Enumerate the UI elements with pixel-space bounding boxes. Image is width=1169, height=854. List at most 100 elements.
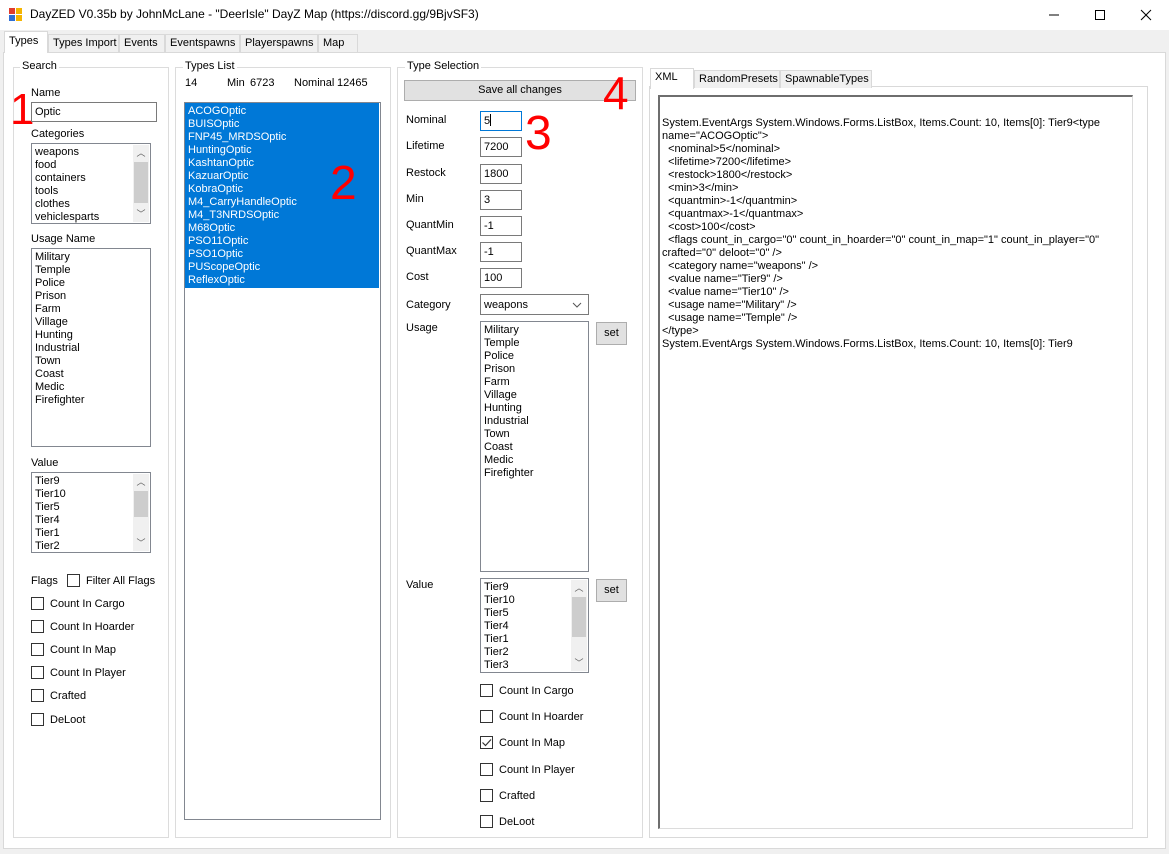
scroll-down-icon[interactable]: ﹀: [133, 206, 149, 222]
quantmax-input[interactable]: -1: [480, 242, 522, 262]
usage-list-item[interactable]: Prison: [32, 290, 150, 303]
crafted-checkbox[interactable]: [480, 789, 493, 802]
xml-textarea[interactable]: System.EventArgs System.Windows.Forms.Li…: [658, 95, 1133, 829]
usage-set-button[interactable]: set: [596, 322, 627, 345]
restock-input[interactable]: 1800: [480, 164, 522, 184]
cost-input[interactable]: 100: [480, 268, 522, 288]
tab-types[interactable]: Types: [4, 31, 48, 53]
quantmin-input[interactable]: -1: [480, 216, 522, 236]
close-button[interactable]: [1123, 0, 1169, 30]
scroll-thumb[interactable]: [134, 162, 148, 203]
scroll-thumb[interactable]: [134, 491, 148, 517]
count-in-player-label[interactable]: Count In Player: [499, 764, 575, 776]
type-list-item[interactable]: M4_T3NRDSOptic: [185, 209, 379, 222]
usage-list-item[interactable]: Firefighter: [481, 467, 588, 480]
tab-xml[interactable]: XML: [650, 68, 694, 89]
usage-list-item[interactable]: Coast: [481, 441, 588, 454]
scroll-up-icon[interactable]: ︿: [571, 580, 587, 596]
count-in-player-checkbox[interactable]: [480, 763, 493, 776]
minimize-button[interactable]: [1031, 0, 1077, 30]
save-all-changes-button[interactable]: Save all changes: [404, 80, 636, 101]
nominal-input[interactable]: 5: [480, 111, 522, 131]
usage-list-item[interactable]: Prison: [481, 363, 588, 376]
tab-types-import[interactable]: Types Import: [48, 34, 119, 52]
count-in-map-label[interactable]: Count In Map: [499, 737, 565, 749]
tab-events[interactable]: Events: [119, 34, 165, 52]
search-count-in-player-checkbox[interactable]: [31, 666, 44, 679]
usage-list-item[interactable]: Village: [481, 389, 588, 402]
usage-list-item[interactable]: Police: [481, 350, 588, 363]
type-list-item[interactable]: ACOGOptic: [185, 105, 379, 118]
scroll-down-icon[interactable]: ﹀: [571, 655, 587, 671]
usage-list-item[interactable]: Coast: [32, 368, 150, 381]
search-crafted-label[interactable]: Crafted: [50, 690, 86, 702]
usage-list-item[interactable]: Medic: [32, 381, 150, 394]
search-count-in-map-label[interactable]: Count In Map: [50, 644, 116, 656]
value-scrollbar[interactable]: ︿ ﹀: [571, 580, 587, 671]
usage-list-item[interactable]: Military: [481, 324, 588, 337]
search-count-in-hoarder-checkbox[interactable]: [31, 620, 44, 633]
usage-list-item[interactable]: Medic: [481, 454, 588, 467]
count-in-hoarder-checkbox[interactable]: [480, 710, 493, 723]
filter-all-flags-label[interactable]: Filter All Flags: [86, 575, 155, 587]
usage-list-item[interactable]: Police: [32, 277, 150, 290]
usage-list-item[interactable]: Hunting: [481, 402, 588, 415]
count-in-cargo-checkbox[interactable]: [480, 684, 493, 697]
tab-eventspawns[interactable]: Eventspawns: [165, 34, 240, 52]
type-list-item[interactable]: M68Optic: [185, 222, 379, 235]
usage-listbox[interactable]: Military Temple Police Prison Farm Village Hun…: [480, 321, 589, 572]
search-deloot-checkbox[interactable]: [31, 713, 44, 726]
tab-map[interactable]: Map: [318, 34, 358, 52]
count-in-hoarder-label[interactable]: Count In Hoarder: [499, 711, 583, 723]
tab-random-presets[interactable]: RandomPresets: [694, 70, 780, 88]
usage-list-item[interactable]: Military: [32, 251, 150, 264]
search-deloot-label[interactable]: DeLoot: [50, 714, 85, 726]
type-list-item[interactable]: ReflexOptic: [185, 274, 379, 287]
type-list-item[interactable]: PUScopeOptic: [185, 261, 379, 274]
deloot-label[interactable]: DeLoot: [499, 816, 534, 828]
count-in-map-checkbox[interactable]: [480, 736, 493, 749]
type-list-item[interactable]: BUISOptic: [185, 118, 379, 131]
type-list-item[interactable]: PSO11Optic: [185, 235, 379, 248]
type-list-item[interactable]: FNP45_MRDSOptic: [185, 131, 379, 144]
usage-list-item[interactable]: Farm: [32, 303, 150, 316]
search-count-in-player-label[interactable]: Count In Player: [50, 667, 126, 679]
lifetime-input[interactable]: 7200: [480, 137, 522, 157]
deloot-checkbox[interactable]: [480, 815, 493, 828]
tab-playerspawns[interactable]: Playerspawns: [240, 34, 318, 52]
usage-list-item[interactable]: Industrial: [481, 415, 588, 428]
scroll-down-icon[interactable]: ﹀: [133, 535, 149, 551]
value-scrollbar[interactable]: ︿ ﹀: [133, 474, 149, 551]
search-count-in-cargo-checkbox[interactable]: [31, 597, 44, 610]
usage-list-item[interactable]: Temple: [481, 337, 588, 350]
type-list-item[interactable]: PSO1Optic: [185, 248, 379, 261]
usage-name-listbox[interactable]: Military Temple Police Prison Farm Village Hun…: [31, 248, 151, 447]
count-in-cargo-label[interactable]: Count In Cargo: [499, 685, 574, 697]
filter-all-flags-checkbox[interactable]: [67, 574, 80, 587]
value-listbox[interactable]: Tier9 Tier10 Tier5 Tier4 Tier1 Tier2 Tier3 ︿ ﹀: [480, 578, 589, 673]
min-input[interactable]: 3: [480, 190, 522, 210]
category-dropdown[interactable]: weapons: [480, 294, 589, 315]
maximize-button[interactable]: [1077, 0, 1123, 30]
usage-list-item[interactable]: Hunting: [32, 329, 150, 342]
crafted-label[interactable]: Crafted: [499, 790, 535, 802]
usage-list-item[interactable]: Town: [481, 428, 588, 441]
categories-scrollbar[interactable]: ︿ ﹀: [133, 145, 149, 222]
search-count-in-hoarder-label[interactable]: Count In Hoarder: [50, 621, 134, 633]
scroll-up-icon[interactable]: ︿: [133, 474, 149, 490]
scroll-up-icon[interactable]: ︿: [133, 145, 149, 161]
search-count-in-map-checkbox[interactable]: [31, 643, 44, 656]
usage-list-item[interactable]: Village: [32, 316, 150, 329]
search-crafted-checkbox[interactable]: [31, 689, 44, 702]
tab-spawnable-types[interactable]: SpawnableTypes: [780, 70, 872, 88]
usage-list-item[interactable]: Industrial: [32, 342, 150, 355]
name-search-input[interactable]: Optic: [31, 102, 157, 122]
usage-list-item[interactable]: Temple: [32, 264, 150, 277]
usage-list-item[interactable]: Farm: [481, 376, 588, 389]
type-list-item[interactable]: HuntingOptic: [185, 144, 379, 157]
usage-list-item[interactable]: Town: [32, 355, 150, 368]
usage-list-item[interactable]: Firefighter: [32, 394, 150, 407]
scroll-thumb[interactable]: [572, 597, 586, 637]
search-count-in-cargo-label[interactable]: Count In Cargo: [50, 598, 125, 610]
value-listbox[interactable]: Tier9 Tier10 Tier5 Tier4 Tier1 Tier2 ︿ ﹀: [31, 472, 151, 553]
